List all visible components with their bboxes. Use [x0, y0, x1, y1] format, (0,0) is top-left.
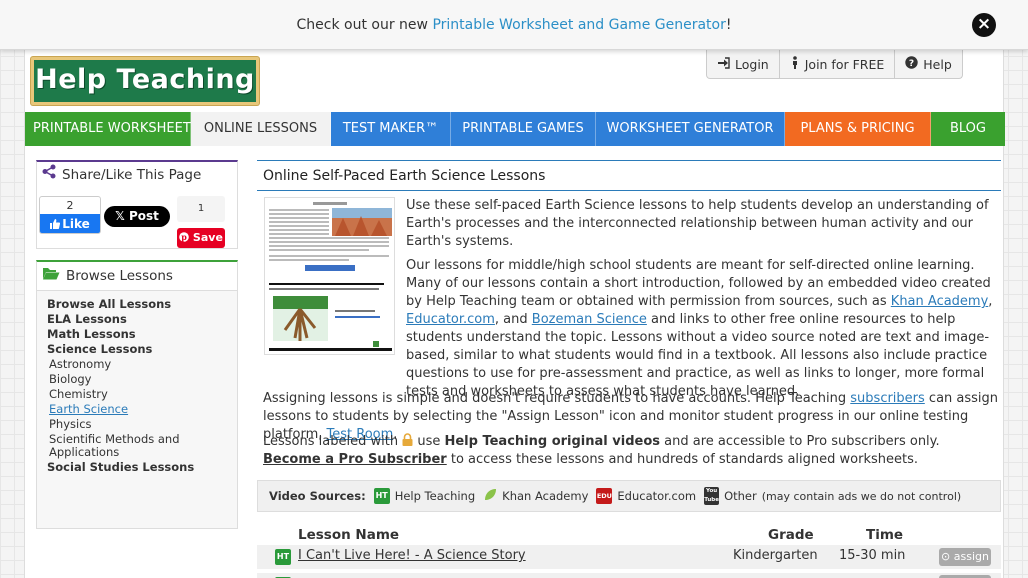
nav-plans-pricing[interactable]: PLANS & PRICING — [785, 112, 931, 146]
person-icon — [790, 56, 800, 72]
source-khan-academy: Khan Academy — [483, 488, 588, 505]
help-teaching-icon: HT — [275, 549, 291, 565]
user-bar: Login Join for FREE ? Help — [706, 50, 963, 79]
nav-test-maker[interactable]: TEST MAKER™ — [331, 112, 451, 146]
browse-item-astronomy[interactable]: Astronomy — [47, 357, 227, 372]
original-videos-label: Help Teaching original videos — [444, 434, 660, 449]
source-educator: EDU Educator.com — [596, 488, 697, 504]
main-nav: PRINTABLE WORKSHEETS ONLINE LESSONS TEST… — [25, 112, 1005, 146]
login-label: Login — [735, 56, 769, 72]
lock-icon — [402, 433, 413, 449]
browse-item-social-studies[interactable]: Social Studies Lessons — [47, 460, 227, 475]
intro-paragraph-1: Use these self-paced Earth Science lesso… — [406, 198, 989, 249]
lesson-time: 15-30 min — [839, 548, 906, 563]
browse-item-biology[interactable]: Biology — [47, 372, 227, 387]
intro-text: Use these self-paced Earth Science lesso… — [406, 197, 1000, 407]
site-logo[interactable]: Help Teaching — [31, 57, 259, 105]
pinterest-save-label: Save — [192, 231, 223, 244]
browse-lessons-box: Browse Lessons Browse All Lessons ELA Le… — [36, 260, 238, 529]
subscribers-link[interactable]: subscribers — [850, 391, 925, 406]
join-label: Join for FREE — [804, 56, 885, 72]
youtube-icon: You Tube — [704, 487, 720, 505]
share-header: Share/Like This Page — [37, 162, 237, 189]
share-box: Share/Like This Page 2 Like 𝕏 Post 1 p S… — [36, 160, 238, 249]
facebook-like-text: Like — [62, 217, 90, 231]
pinterest-count: 1 — [177, 196, 225, 222]
help-label: Help — [923, 56, 952, 72]
assign-button[interactable]: ⊙ assign — [939, 548, 991, 566]
facebook-like-count: 2 — [66, 199, 74, 212]
lessons-table-header: Lesson Name Grade Time — [257, 524, 1001, 546]
nav-blog[interactable]: BLOG — [931, 112, 1005, 146]
browse-item-physics[interactable]: Physics — [47, 417, 227, 432]
khan-academy-icon — [483, 488, 497, 505]
banner-generator-link[interactable]: Printable Worksheet and Game Generator — [432, 17, 725, 33]
browse-list: Browse All Lessons ELA Lessons Math Less… — [37, 291, 237, 481]
close-icon[interactable]: × — [972, 13, 996, 37]
thumbs-up-icon — [50, 219, 61, 229]
video-sources-bar: Video Sources: HT Help Teaching Khan Aca… — [257, 480, 1001, 512]
nav-worksheet-generator[interactable]: WORKSHEET GENERATOR — [596, 112, 785, 146]
browse-item-math[interactable]: Math Lessons — [47, 327, 227, 342]
table-row — [257, 573, 1001, 578]
facebook-like-button[interactable]: 2 Like — [39, 196, 101, 234]
share-icon — [42, 162, 56, 189]
question-icon: ? — [905, 56, 918, 72]
educator-icon: EDU — [596, 488, 613, 504]
source-help-teaching: HT Help Teaching — [373, 488, 476, 504]
page-container: Help Teaching Login Join for FREE ? Help… — [24, 50, 1005, 578]
x-logo-icon: 𝕏 — [115, 209, 125, 223]
page-title: Online Self-Paced Earth Science Lessons — [257, 160, 1001, 191]
lesson-grade: Kindergarten — [733, 548, 818, 563]
join-button[interactable]: Join for FREE — [780, 50, 896, 78]
col-grade: Grade — [768, 527, 814, 543]
share-title: Share/Like This Page — [62, 167, 202, 183]
sign-in-icon — [717, 56, 730, 72]
browse-item-science[interactable]: Science Lessons — [47, 342, 227, 357]
video-sources-label: Video Sources: — [269, 489, 366, 503]
banner-text-end: ! — [725, 17, 732, 33]
col-lesson-name: Lesson Name — [298, 527, 400, 543]
nav-printable-worksheets[interactable]: PRINTABLE WORKSHEETS — [25, 112, 199, 146]
browse-item-chemistry[interactable]: Chemistry — [47, 387, 227, 402]
main-content: Online Self-Paced Earth Science Lessons — [257, 160, 1001, 578]
nav-printable-games[interactable]: PRINTABLE GAMES — [451, 112, 596, 146]
col-time: Time — [866, 527, 904, 543]
lesson-preview-image[interactable] — [264, 197, 395, 355]
svg-text:p: p — [181, 232, 187, 242]
browse-header: Browse Lessons — [37, 262, 237, 291]
x-post-label: Post — [128, 209, 159, 223]
pro-paragraph: Lessons labeled with use Help Teaching o… — [263, 433, 940, 467]
help-button[interactable]: ? Help — [895, 50, 962, 78]
browse-item-earth-science[interactable]: Earth Science — [47, 402, 227, 417]
login-button[interactable]: Login — [707, 50, 780, 78]
svg-text:?: ? — [909, 59, 914, 69]
ads-note: (may contain ads we do not control) — [761, 489, 962, 503]
become-pro-link[interactable]: Become a Pro Subscriber — [263, 452, 447, 467]
khan-academy-link[interactable]: Khan Academy — [891, 294, 989, 309]
pinterest-save-button[interactable]: p Save — [177, 228, 225, 248]
banner-text: Check out our new — [296, 17, 433, 33]
clock-icon: ⊙ — [941, 550, 951, 563]
nav-online-lessons[interactable]: ONLINE LESSONS — [191, 112, 331, 146]
pinterest-icon: p — [179, 231, 193, 244]
x-post-button[interactable]: 𝕏 Post — [104, 206, 170, 227]
browse-item-scientific-methods[interactable]: Scientific Methods and Applications — [47, 433, 227, 459]
intro-paragraph-2: Our lessons for middle/high school stude… — [406, 258, 993, 399]
browse-item-ela[interactable]: ELA Lessons — [47, 312, 227, 327]
browse-title: Browse Lessons — [66, 267, 173, 284]
folder-open-icon — [42, 263, 60, 290]
source-other: You Tube Other (may contain ads we do no… — [704, 487, 962, 505]
browse-item-all[interactable]: Browse All Lessons — [47, 297, 227, 312]
announcement-banner: Check out our new Printable Worksheet an… — [0, 0, 1028, 50]
lesson-link[interactable]: I Can't Live Here! - A Science Story — [298, 548, 526, 563]
table-row: HT I Can't Live Here! - A Science Story … — [257, 545, 1001, 569]
help-teaching-icon: HT — [373, 488, 390, 504]
educator-link[interactable]: Educator.com — [406, 312, 495, 327]
bozeman-science-link[interactable]: Bozeman Science — [532, 312, 647, 327]
facebook-like-label: Like — [40, 214, 100, 233]
